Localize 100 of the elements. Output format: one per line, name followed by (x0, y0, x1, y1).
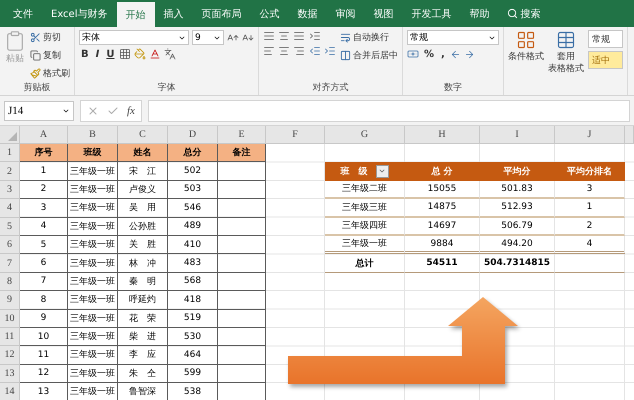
table-cell: 519 (168, 310, 218, 328)
font-name-field[interactable]: 宋体 (79, 30, 189, 45)
row-number[interactable]: 13 (0, 364, 20, 384)
shrink-font-icon[interactable] (242, 32, 254, 44)
bold-button[interactable]: B (79, 48, 91, 60)
cut-button[interactable]: 剪切 (30, 30, 70, 45)
column-header[interactable]: F (266, 126, 325, 144)
grow-font-icon[interactable] (227, 32, 239, 44)
underline-button[interactable]: U (104, 48, 116, 60)
cell-style-chip[interactable]: 适中 (588, 51, 623, 69)
row-number[interactable]: 12 (0, 346, 20, 365)
row-number[interactable]: 5 (0, 218, 20, 236)
empty-cell[interactable] (218, 310, 266, 328)
row-number[interactable]: 6 (0, 236, 20, 254)
ribbon-tab[interactable]: 页面布局 (192, 0, 250, 27)
cancel-icon[interactable] (87, 104, 99, 116)
column-header[interactable]: B (68, 126, 118, 144)
empty-cell[interactable] (218, 346, 266, 365)
table-cell: 8 (20, 291, 68, 310)
column-header[interactable]: I (480, 126, 555, 144)
number-format-field[interactable]: 常规 (407, 30, 499, 45)
formula-field[interactable] (148, 100, 630, 122)
empty-cell[interactable] (218, 180, 266, 200)
table-cell: 494.20 (480, 236, 555, 254)
insert-function-button[interactable]: fx (127, 104, 135, 116)
empty-cell[interactable] (218, 328, 266, 346)
font-size-field[interactable]: 9 (192, 30, 224, 45)
percent-button[interactable]: % (422, 48, 436, 60)
row-number[interactable]: 8 (0, 272, 20, 292)
empty-cell[interactable] (218, 218, 266, 236)
table-cell: 2 (20, 180, 68, 200)
currency-icon[interactable] (407, 48, 419, 60)
empty-cell[interactable] (218, 254, 266, 273)
ribbon-tab[interactable]: 文件 (4, 0, 42, 27)
empty-cell[interactable] (218, 272, 266, 292)
search-button[interactable]: 搜索 (498, 0, 548, 27)
table-cell: 502 (168, 162, 218, 181)
ribbon-tab[interactable]: 帮助 (460, 0, 498, 27)
borders-icon[interactable] (119, 48, 132, 60)
row-number[interactable]: 11 (0, 328, 20, 346)
phonetic-icon[interactable] (164, 48, 176, 60)
empty-cell[interactable] (218, 236, 266, 254)
worksheet-grid[interactable] (0, 126, 634, 400)
ribbon-tab[interactable]: Excel与财务 (42, 0, 116, 27)
ribbon-tab[interactable]: 视图 (364, 0, 402, 27)
fill-color-icon[interactable] (134, 48, 146, 60)
align-top-icon[interactable] (263, 30, 275, 42)
cell-style-chip[interactable]: 常规 (588, 30, 623, 48)
table-cell: 546 (168, 199, 218, 218)
align-center-icon[interactable] (278, 45, 290, 57)
align-bottom-icon[interactable] (293, 30, 305, 42)
filter-dropdown-icon[interactable] (376, 164, 388, 178)
table-cell: 12 (20, 364, 68, 384)
empty-cell[interactable] (218, 199, 266, 218)
ribbon-tab[interactable]: 开始 (116, 2, 154, 27)
column-header[interactable]: D (168, 126, 218, 144)
copy-button[interactable]: 复制 (30, 48, 70, 63)
column-header[interactable]: A (20, 126, 68, 144)
row-number[interactable]: 9 (0, 291, 20, 310)
ribbon-tab[interactable]: 插入 (154, 0, 192, 27)
empty-cell[interactable] (218, 291, 266, 310)
decrease-indent-icon[interactable] (309, 45, 321, 57)
row-number[interactable]: 10 (0, 310, 20, 328)
column-header[interactable]: G (325, 126, 405, 144)
ribbon-tab[interactable]: 数据 (288, 0, 326, 27)
column-header[interactable]: J (555, 126, 625, 144)
comma-button[interactable]: , (439, 48, 447, 60)
check-icon[interactable] (107, 104, 119, 116)
table-cell: 三年级一班 (68, 218, 118, 236)
increase-indent-icon[interactable] (324, 45, 336, 57)
conditional-format-button[interactable]: 条件格式 (508, 30, 544, 95)
italic-button[interactable]: I (94, 48, 102, 60)
ribbon-tab[interactable]: 开发工具 (402, 0, 460, 27)
font-color-icon[interactable] (149, 48, 162, 60)
column-header[interactable]: H (405, 126, 480, 144)
name-box[interactable]: J14 (4, 100, 74, 120)
wrap-text-button[interactable]: 自动换行 (340, 30, 398, 45)
column-header[interactable]: C (118, 126, 168, 144)
table-format-button[interactable]: 套用 表格格式 (548, 30, 584, 95)
format-painter-button[interactable]: 格式刷 (30, 66, 70, 81)
ribbon-tab[interactable]: 公式 (250, 0, 288, 27)
empty-cell[interactable] (218, 162, 266, 181)
decrease-decimal-icon[interactable] (464, 48, 475, 60)
row-number[interactable]: 4 (0, 199, 20, 218)
table-cell: 4 (20, 218, 68, 236)
align-middle-icon[interactable] (278, 30, 290, 42)
row-number[interactable]: 2 (0, 162, 20, 181)
ribbon-tab[interactable]: 审阅 (326, 0, 364, 27)
increase-decimal-icon[interactable] (450, 48, 461, 60)
align-right-icon[interactable] (293, 45, 305, 57)
align-left-icon[interactable] (263, 45, 275, 57)
row-number[interactable]: 14 (0, 383, 20, 400)
row-number[interactable]: 7 (0, 254, 20, 273)
row-number[interactable]: 1 (0, 144, 20, 162)
table-cell: 6 (20, 254, 68, 273)
row-number[interactable]: 3 (0, 180, 20, 200)
table-cell: 三年级一班 (68, 310, 118, 328)
empty-cell[interactable] (218, 364, 266, 384)
column-header[interactable]: E (218, 126, 266, 144)
merge-center-button[interactable]: 合并后居中 (340, 48, 398, 63)
